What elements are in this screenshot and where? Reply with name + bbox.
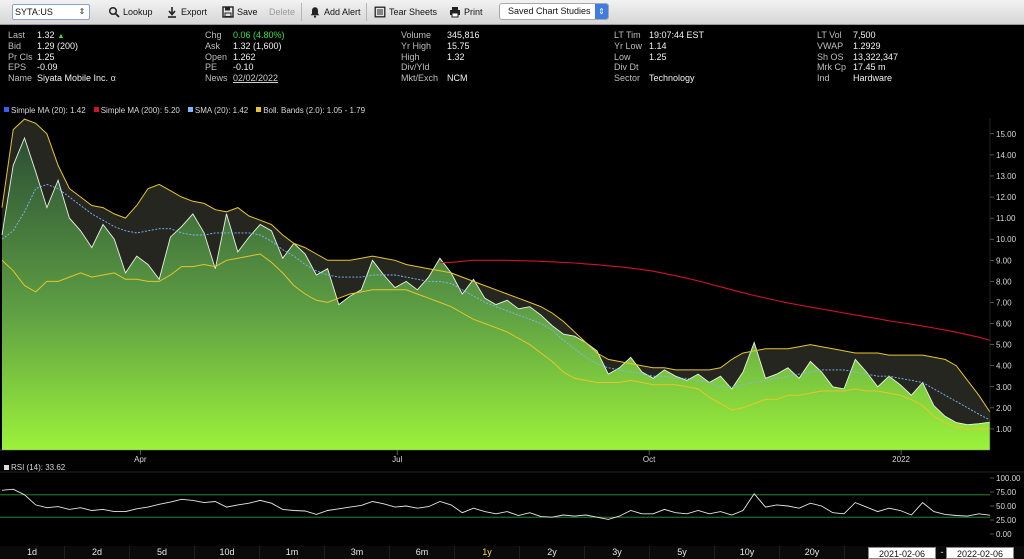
legend-swatch <box>4 465 9 470</box>
legend-swatch <box>187 107 193 112</box>
x-tick-label: Oct <box>643 455 656 464</box>
legend-label: Simple MA (20): 1.42 <box>11 106 86 115</box>
period-button-2y[interactable]: 2y <box>520 546 585 559</box>
legend-item-sma20[interactable]: Simple MA (20): 1.42 <box>4 106 86 116</box>
y-tick-label: 6.00 <box>996 320 1012 329</box>
rsi-y-tick-label: 100.00 <box>996 474 1021 483</box>
y-tick-label: 4.00 <box>996 362 1012 371</box>
date-range-separator: - <box>940 547 944 557</box>
rsi-y-tick-label: 25.00 <box>996 516 1017 525</box>
y-tick-label: 12.00 <box>996 193 1017 202</box>
legend-swatch <box>256 107 262 112</box>
period-button-1y[interactable]: 1y <box>455 546 520 559</box>
period-button-3m[interactable]: 3m <box>325 546 390 559</box>
period-button-10d[interactable]: 10d <box>195 546 260 559</box>
period-button-5d[interactable]: 5d <box>130 546 195 559</box>
legend-swatch <box>93 107 99 112</box>
y-tick-label: 1.00 <box>996 425 1012 434</box>
y-tick-label: 3.00 <box>996 383 1012 392</box>
rsi-y-tick-label: 0.00 <box>996 530 1012 539</box>
rsi-y-tick-label: 75.00 <box>996 488 1017 497</box>
x-tick-label: Jul <box>392 455 402 464</box>
y-tick-label: 8.00 <box>996 277 1012 286</box>
y-tick-label: 7.00 <box>996 298 1012 307</box>
price-chart[interactable]: 1.00 2.00 3.00 4.00 5.00 6.00 7.00 8.00 9.00 10.0… <box>0 0 1024 546</box>
chart-legend: Simple MA (20): 1.42 Simple MA (200): 5.… <box>4 106 365 116</box>
rsi-legend[interactable]: RSI (14): 33.62 <box>4 463 65 472</box>
y-tick-label: 10.00 <box>996 235 1017 244</box>
rsi-background <box>0 473 990 535</box>
x-tick-label: Apr <box>134 455 147 464</box>
period-button-20y[interactable]: 20y <box>780 546 845 559</box>
period-button-6m[interactable]: 6m <box>390 546 455 559</box>
x-tick-label: 2022 <box>892 455 910 464</box>
y-tick-label: 14.00 <box>996 151 1017 160</box>
legend-label: Simple MA (200): 5.20 <box>100 106 180 115</box>
period-button-10y[interactable]: 10y <box>715 546 780 559</box>
legend-label: SMA (20): 1.42 <box>194 106 249 115</box>
y-tick-label: 15.00 <box>996 130 1017 139</box>
rsi-legend-label: RSI (14): 33.62 <box>11 463 66 472</box>
date-from-field[interactable]: 2021-02-06 <box>868 547 936 559</box>
y-tick-label: 5.00 <box>996 341 1012 350</box>
legend-item-bollinger[interactable]: Boll. Bands (2.0): 1.05 - 1.79 <box>256 106 365 116</box>
y-tick-label: 2.00 <box>996 404 1012 413</box>
y-tick-label: 11.00 <box>996 214 1016 223</box>
period-button-5y[interactable]: 5y <box>650 546 715 559</box>
legend-swatch <box>4 107 9 112</box>
period-button-2d[interactable]: 2d <box>65 546 130 559</box>
legend-label: Boll. Bands (2.0): 1.05 - 1.79 <box>263 106 366 115</box>
rsi-y-tick-label: 50.00 <box>996 502 1017 511</box>
period-button-3y[interactable]: 3y <box>585 546 650 559</box>
date-to-field[interactable]: 2022-02-06 <box>946 547 1014 559</box>
legend-item-sma20-light[interactable]: SMA (20): 1.42 <box>187 106 249 116</box>
period-button-1d[interactable]: 1d <box>0 546 65 559</box>
legend-item-sma200[interactable]: Simple MA (200): 5.20 <box>93 106 180 116</box>
y-tick-label: 9.00 <box>996 256 1012 265</box>
y-tick-label: 13.00 <box>996 172 1017 181</box>
period-button-1m[interactable]: 1m <box>260 546 325 559</box>
